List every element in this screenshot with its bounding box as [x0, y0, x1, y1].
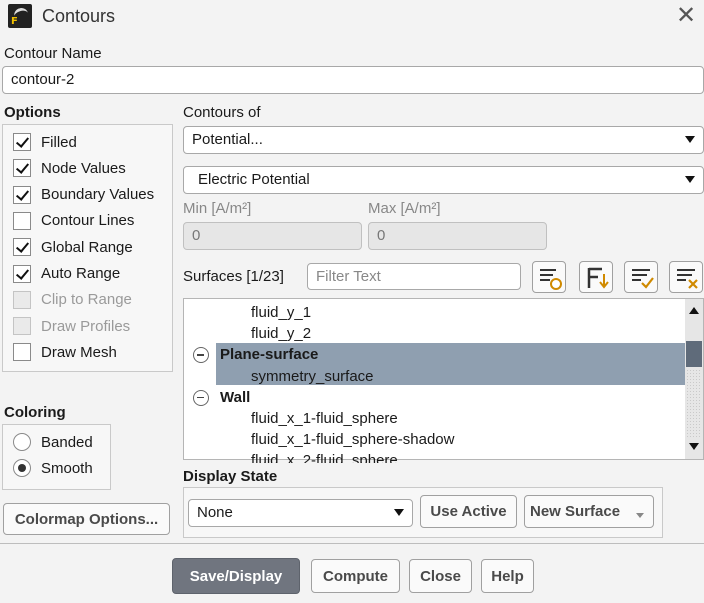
auto-range-label: Auto Range — [41, 265, 121, 282]
checkbox-box — [13, 317, 31, 336]
checkmark-icon[interactable] — [13, 185, 31, 204]
fluent-app-icon: F — [8, 4, 32, 28]
coloring-label: Coloring — [4, 404, 66, 421]
max-label: Max [A/m²] — [368, 200, 441, 217]
window-title: Contours — [42, 6, 116, 26]
close-window-icon[interactable]: ✕ — [672, 2, 700, 30]
smooth-label: Smooth — [41, 459, 93, 477]
scrollbar-track[interactable] — [686, 369, 702, 437]
checkmark-icon[interactable] — [13, 133, 31, 151]
surface-list-item[interactable]: fluid_x_1-fluid_sphere — [251, 408, 398, 429]
filled-checkbox[interactable]: Filled — [13, 131, 77, 153]
display-state-value: None — [197, 504, 233, 521]
clip-to-range-checkbox: Clip to Range — [13, 289, 132, 311]
checkbox-box — [13, 290, 31, 309]
surface-list-item[interactable]: fluid_x_1-fluid_sphere-shadow — [251, 429, 454, 450]
min-input[interactable]: 0 — [183, 222, 362, 250]
options-label: Options — [4, 104, 61, 121]
collapse-minus-icon[interactable] — [193, 389, 209, 406]
global-range-checkbox[interactable]: Global Range — [13, 236, 133, 258]
global-range-label: Global Range — [41, 238, 133, 256]
save-display-button[interactable]: Save/Display — [172, 558, 300, 594]
close-button[interactable]: Close — [409, 559, 472, 593]
min-label: Min [A/m²] — [183, 200, 252, 217]
dropdown-arrow-icon — [685, 136, 695, 143]
contours-of-label: Contours of — [183, 104, 261, 121]
surfaces-count: [1/23] — [246, 268, 284, 285]
options-group: Filled Node Values Boundary Values Contour … — [2, 124, 173, 372]
contour-name-label: Contour Name — [4, 45, 102, 62]
dropdown-arrow-icon — [394, 509, 404, 516]
select-all-icon[interactable] — [624, 261, 658, 293]
draw-mesh-label: Draw Mesh — [41, 343, 117, 361]
display-state-dropdown[interactable]: None — [188, 499, 413, 527]
select-filter-icon[interactable] — [532, 261, 566, 293]
surface-group-item[interactable]: Wall — [220, 387, 250, 408]
help-button[interactable]: Help — [481, 559, 534, 593]
draw-mesh-checkbox[interactable]: Draw Mesh — [13, 341, 117, 363]
clip-to-range-label: Clip to Range — [41, 291, 132, 309]
dropdown-arrow-icon — [685, 176, 695, 183]
colormap-options-button[interactable]: Colormap Options... — [3, 503, 170, 535]
footer-divider — [0, 543, 704, 544]
surfaces-scrollbar[interactable] — [685, 299, 703, 459]
node-values-checkbox[interactable]: Node Values — [13, 157, 126, 179]
contour-lines-label: Contour Lines — [41, 212, 135, 230]
coloring-group: Banded Smooth — [2, 424, 111, 490]
max-input[interactable]: 0 — [368, 222, 547, 250]
contour-name-input[interactable]: contour-2 — [2, 66, 704, 94]
surface-list-item[interactable]: fluid_y_1 — [251, 302, 311, 323]
contour-lines-checkbox[interactable]: Contour Lines — [13, 210, 134, 232]
deselect-all-icon[interactable] — [669, 261, 703, 293]
surfaces-label: Surfaces [1/23] — [183, 268, 284, 285]
boundary-values-checkbox[interactable]: Boundary Values — [13, 184, 154, 206]
filled-label: Filled — [41, 133, 77, 151]
scrollbar-thumb[interactable] — [686, 341, 702, 367]
chevron-down-icon — [636, 513, 644, 518]
contours-of-quantity-dropdown[interactable]: Electric Potential — [183, 166, 704, 194]
scroll-down-arrow-icon[interactable] — [689, 443, 699, 450]
new-surface-label: New Surface — [530, 503, 621, 520]
display-state-label: Display State — [183, 468, 278, 485]
contours-of-quantity-value: Electric Potential — [198, 171, 310, 188]
surface-list-item[interactable]: fluid_y_2 — [251, 323, 311, 344]
checkbox-box[interactable] — [13, 343, 31, 362]
scroll-up-arrow-icon[interactable] — [689, 307, 699, 314]
draw-profiles-label: Draw Profiles — [41, 317, 131, 335]
checkmark-icon[interactable] — [13, 238, 31, 257]
draw-profiles-checkbox: Draw Profiles — [13, 315, 130, 337]
compute-button[interactable]: Compute — [311, 559, 400, 593]
radio-button[interactable] — [13, 433, 31, 451]
surface-list-item[interactable]: fluid_x_2-fluid_sphere — [251, 450, 398, 463]
new-surface-button[interactable]: New Surface — [524, 495, 654, 528]
banded-radio[interactable]: Banded — [13, 431, 93, 453]
radio-button[interactable] — [13, 459, 31, 477]
smooth-radio[interactable]: Smooth — [13, 457, 93, 479]
surface-group-item[interactable]: Plane-surface — [220, 344, 318, 365]
use-active-button[interactable]: Use Active — [420, 495, 517, 528]
checkmark-icon[interactable] — [13, 264, 31, 283]
banded-label: Banded — [41, 433, 93, 451]
node-values-label: Node Values — [41, 159, 126, 177]
auto-range-checkbox[interactable]: Auto Range — [13, 263, 120, 285]
select-by-type-icon[interactable] — [579, 261, 613, 293]
checkbox-box[interactable] — [13, 211, 31, 230]
boundary-values-label: Boundary Values — [41, 186, 155, 204]
surfaces-filter-input[interactable]: Filter Text — [307, 263, 521, 290]
contours-of-category-value: Potential... — [192, 131, 263, 148]
checkmark-icon[interactable] — [13, 159, 31, 178]
surface-list-item[interactable]: symmetry_surface — [251, 366, 374, 387]
contours-of-category-dropdown[interactable]: Potential... — [183, 126, 704, 154]
